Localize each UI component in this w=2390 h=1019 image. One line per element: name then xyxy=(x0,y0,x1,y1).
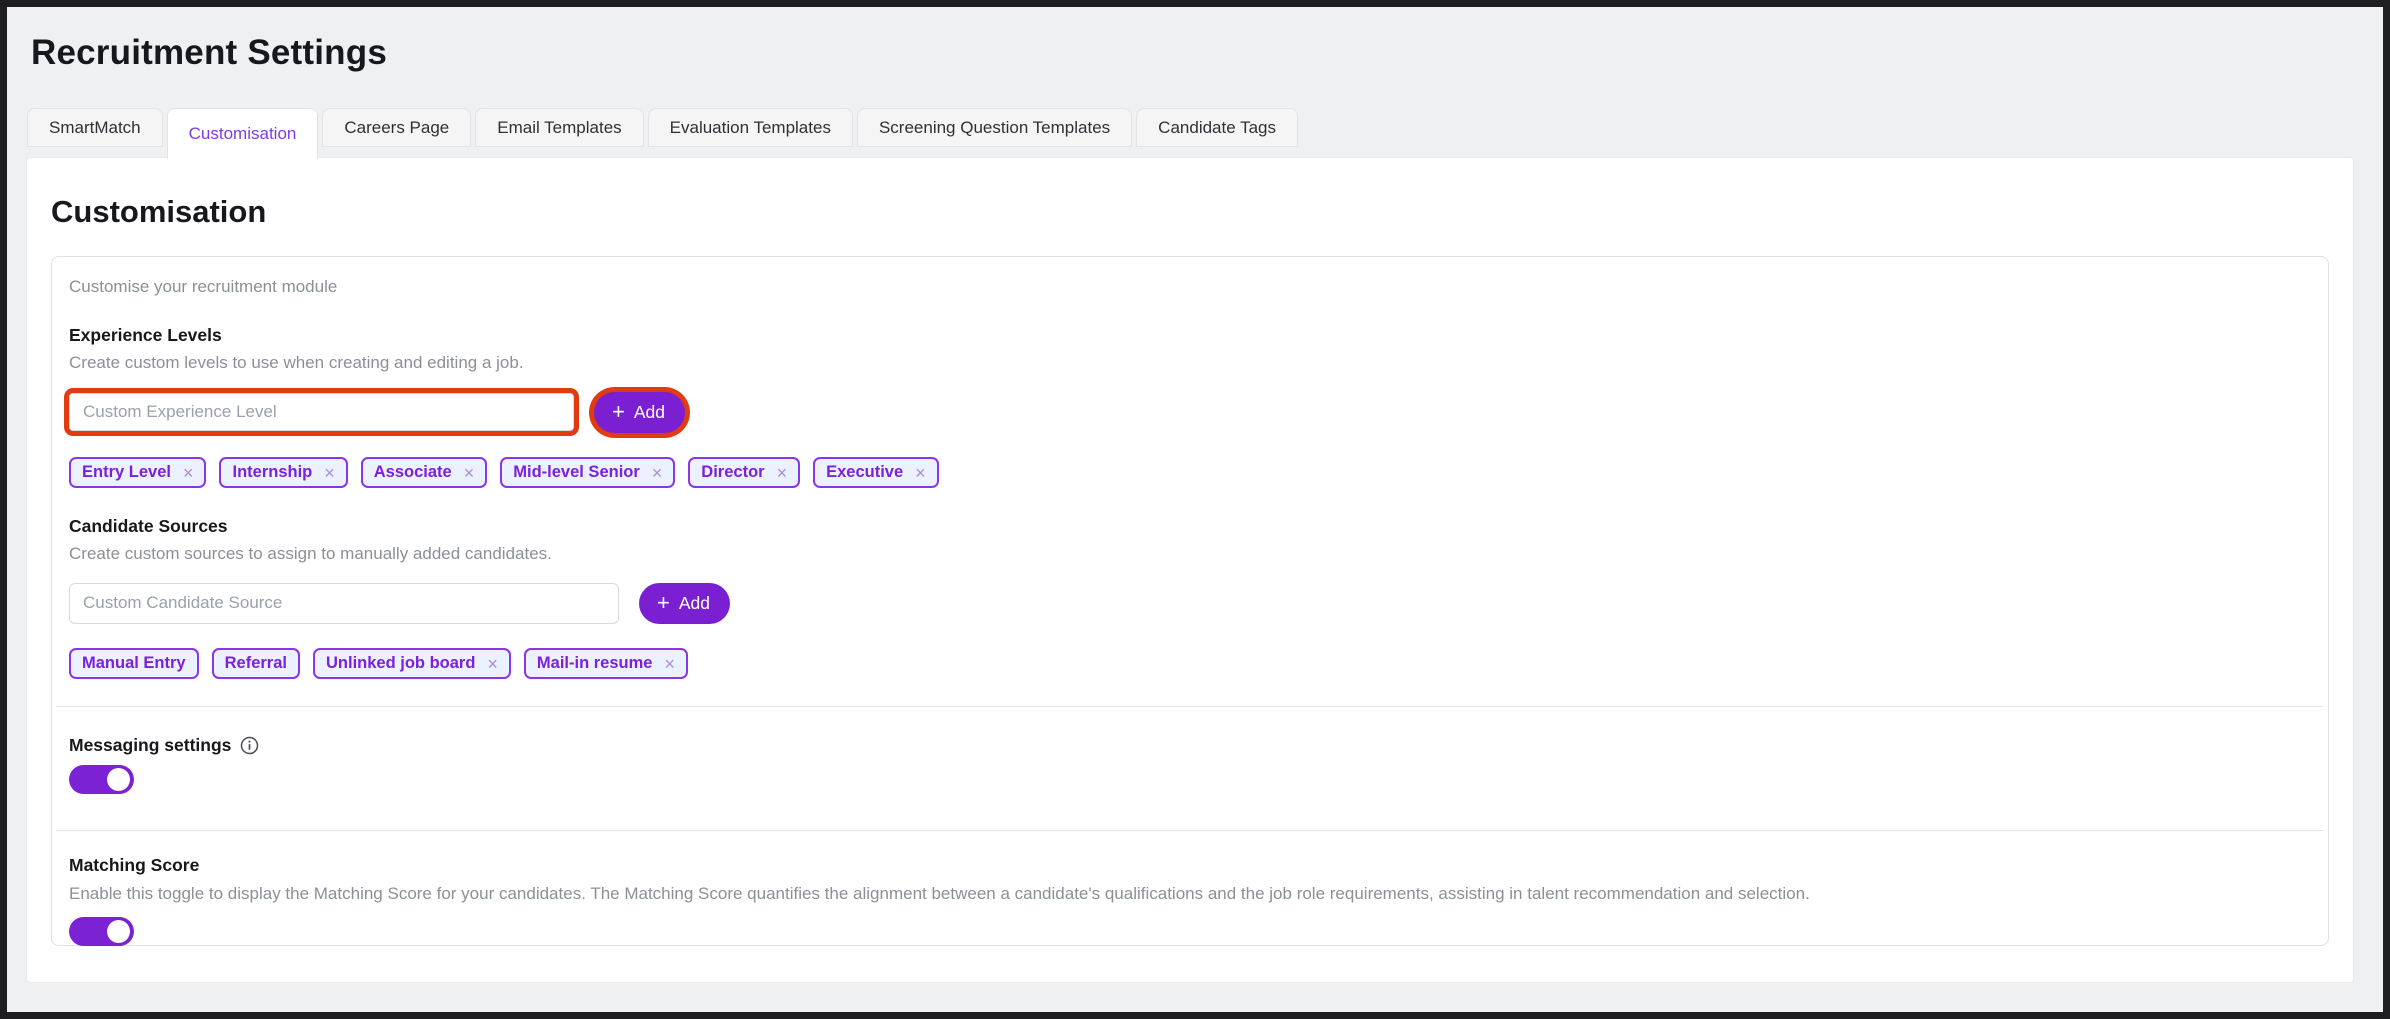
custom-experience-level-input[interactable] xyxy=(69,393,574,431)
plus-icon: + xyxy=(657,592,670,614)
tab-email-templates[interactable]: Email Templates xyxy=(475,108,643,147)
tab-bar: SmartMatchCustomisationCareers PageEmail… xyxy=(27,108,2383,147)
remove-tag-icon[interactable]: × xyxy=(664,655,675,673)
tag-chip: Executive × xyxy=(813,457,939,488)
tab-screening-question-templates[interactable]: Screening Question Templates xyxy=(857,108,1132,147)
experience-level-tags: Entry Level×Internship×Associate×Mid-lev… xyxy=(69,457,2310,488)
section-divider xyxy=(56,706,2323,707)
tag-label: Referral xyxy=(225,654,287,673)
tag-label: Director xyxy=(701,463,764,482)
tag-chip: Director × xyxy=(688,457,800,488)
tab-candidate-tags[interactable]: Candidate Tags xyxy=(1136,108,1298,147)
tag-chip: Unlinked job board × xyxy=(313,648,511,679)
customisation-panel: Customisation Customise your recruitment… xyxy=(26,157,2354,983)
add-candidate-source-button[interactable]: + Add xyxy=(639,583,730,624)
toggle-knob xyxy=(107,768,130,791)
tag-label: Mail-in resume xyxy=(537,654,653,673)
tag-chip: Internship × xyxy=(219,457,347,488)
customisation-card: Customise your recruitment module Experi… xyxy=(51,256,2329,946)
remove-tag-icon[interactable]: × xyxy=(652,464,663,482)
custom-candidate-source-input[interactable] xyxy=(69,583,619,624)
tag-chip: Mail-in resume × xyxy=(524,648,688,679)
tag-label: Unlinked job board xyxy=(326,654,475,673)
experience-levels-description: Create custom levels to use when creatin… xyxy=(69,353,2310,373)
candidate-source-tags: Manual EntryReferralUnlinked job board×M… xyxy=(69,648,2310,679)
tag-label: Manual Entry xyxy=(82,654,186,673)
remove-tag-icon[interactable]: × xyxy=(464,464,475,482)
tag-label: Mid-level Senior xyxy=(513,463,640,482)
candidate-sources-description: Create custom sources to assign to manua… xyxy=(69,544,2310,564)
matching-score-label: Matching Score xyxy=(69,855,2310,876)
tab-customisation[interactable]: Customisation xyxy=(167,108,319,159)
toggle-knob xyxy=(107,920,130,943)
tag-label: Executive xyxy=(826,463,903,482)
remove-tag-icon[interactable]: × xyxy=(324,464,335,482)
tab-careers-page[interactable]: Careers Page xyxy=(322,108,471,147)
experience-levels-input-row: + Add xyxy=(69,387,2310,437)
page-title: Recruitment Settings xyxy=(31,33,2383,73)
remove-tag-icon[interactable]: × xyxy=(183,464,194,482)
experience-levels-label: Experience Levels xyxy=(69,325,2310,346)
remove-tag-icon[interactable]: × xyxy=(777,464,788,482)
tag-chip: Mid-level Senior × xyxy=(500,457,675,488)
matching-score-description: Enable this toggle to display the Matchi… xyxy=(69,884,2309,904)
tag-label: Internship xyxy=(232,463,312,482)
add-button-label: Add xyxy=(679,593,710,614)
tab-smartmatch[interactable]: SmartMatch xyxy=(27,108,163,147)
candidate-sources-input-row: + Add xyxy=(69,578,2310,628)
tab-evaluation-templates[interactable]: Evaluation Templates xyxy=(648,108,853,147)
tag-chip: Associate × xyxy=(361,457,487,488)
messaging-settings-label: Messaging settings xyxy=(69,735,2310,756)
tag-chip: Referral xyxy=(212,648,300,679)
remove-tag-icon[interactable]: × xyxy=(915,464,926,482)
tag-chip: Entry Level × xyxy=(69,457,206,488)
matching-score-toggle[interactable] xyxy=(69,917,134,946)
remove-tag-icon[interactable]: × xyxy=(487,655,498,673)
info-icon[interactable] xyxy=(240,736,259,755)
plus-icon: + xyxy=(612,401,625,423)
messaging-settings-text: Messaging settings xyxy=(69,735,231,756)
panel-heading: Customisation xyxy=(51,194,2329,230)
tag-chip: Manual Entry xyxy=(69,648,199,679)
card-subtitle: Customise your recruitment module xyxy=(69,277,2310,297)
tag-label: Entry Level xyxy=(82,463,171,482)
add-experience-level-button[interactable]: + Add xyxy=(594,392,685,433)
candidate-sources-label: Candidate Sources xyxy=(69,516,2310,537)
tag-label: Associate xyxy=(374,463,452,482)
section-divider xyxy=(56,830,2323,831)
add-button-label: Add xyxy=(634,402,665,423)
messaging-settings-toggle[interactable] xyxy=(69,765,134,794)
